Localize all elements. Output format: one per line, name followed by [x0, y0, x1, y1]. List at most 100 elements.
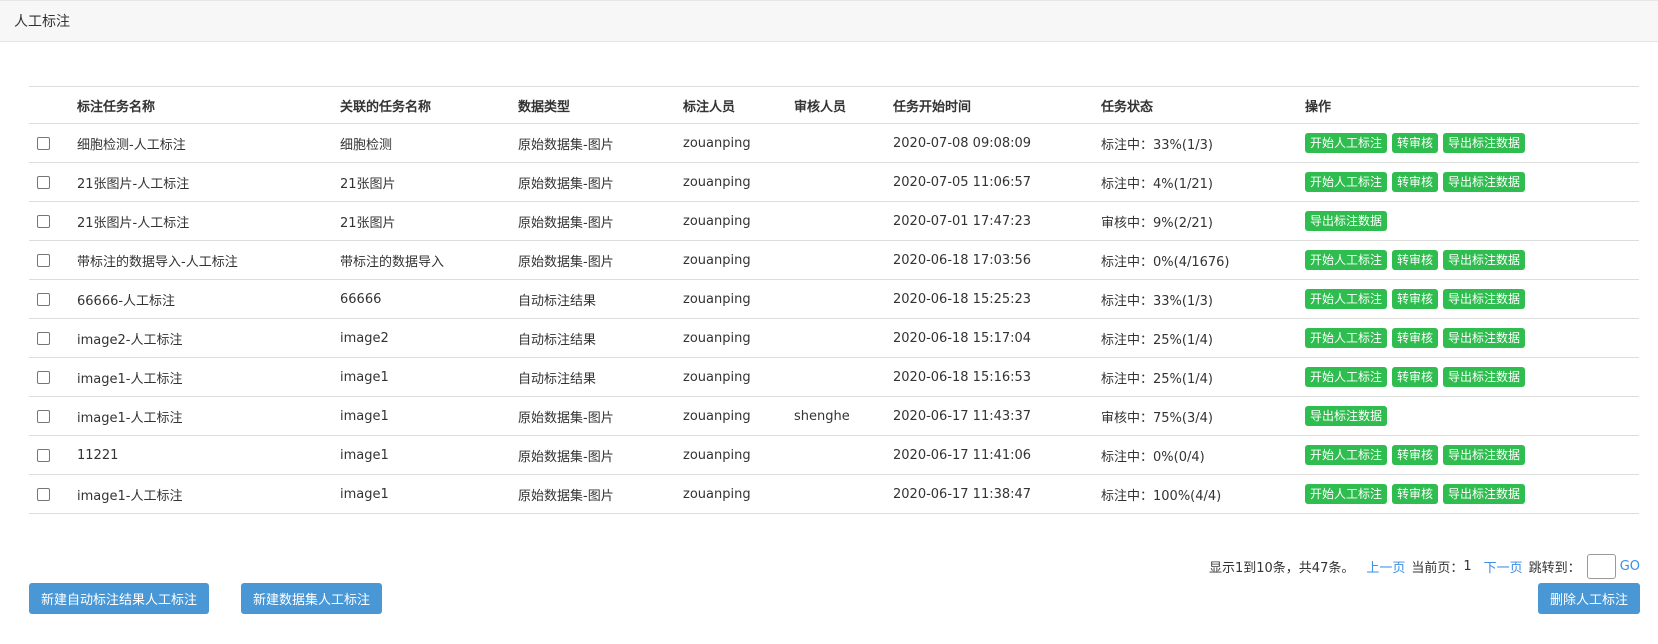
row-checkbox-cell — [29, 162, 77, 202]
related-task-cell: 带标注的数据导入 — [340, 240, 518, 280]
annotator-cell: zouanping — [683, 240, 794, 280]
data-type-cell: 原始数据集-图片 — [518, 162, 683, 202]
related-task-cell: 66666 — [340, 279, 518, 319]
row-checkbox[interactable] — [37, 487, 50, 501]
submit-review-button[interactable]: 转审核 — [1392, 445, 1439, 465]
task-status-cell: 标注中：33%(1/3) — [1101, 279, 1305, 319]
page-title: 人工标注 — [14, 14, 70, 30]
go-button[interactable]: GO — [1620, 559, 1640, 574]
task-name-cell: image1-人工标注 — [77, 474, 340, 514]
task-name-cell: 11221 — [77, 435, 340, 475]
column-header: 任务状态 — [1101, 86, 1305, 124]
submit-review-button[interactable]: 转审核 — [1392, 133, 1439, 153]
row-checkbox-cell — [29, 318, 77, 358]
column-header: 标注人员 — [683, 86, 794, 124]
table-row: image2-人工标注 image2 自动标注结果 zouanping 2020-06-… — [29, 318, 1639, 358]
related-task-cell: image2 — [340, 318, 518, 358]
pagination: 显示1到10条，共47条。 上一页 当前页： 1 下一页 跳转到： GO — [1209, 554, 1640, 579]
export-annotation-button[interactable]: 导出标注数据 — [1443, 250, 1526, 270]
data-type-cell: 自动标注结果 — [518, 357, 683, 397]
row-checkbox[interactable] — [37, 331, 50, 345]
table-body: 细胞检测-人工标注 细胞检测 原始数据集-图片 zouanping 2020-07-08… — [29, 123, 1639, 514]
annotator-cell: zouanping — [683, 435, 794, 475]
row-checkbox[interactable] — [37, 448, 50, 462]
export-annotation-button[interactable]: 导出标注数据 — [1443, 328, 1526, 348]
start-time-cell: 2020-07-05 11:06:57 — [893, 162, 1101, 202]
data-type-cell: 原始数据集-图片 — [518, 435, 683, 475]
annotator-cell: zouanping — [683, 201, 794, 241]
annotator-cell: zouanping — [683, 357, 794, 397]
row-checkbox[interactable] — [37, 136, 50, 150]
column-header: 标注任务名称 — [77, 86, 340, 124]
column-header: 操作 — [1305, 86, 1639, 124]
operations-cell: 开始人工标注 转审核 导出标注数据 — [1305, 357, 1639, 397]
reviewer-cell — [794, 318, 893, 358]
row-checkbox[interactable] — [37, 292, 50, 306]
export-annotation-button[interactable]: 导出标注数据 — [1443, 133, 1526, 153]
task-name-cell: image2-人工标注 — [77, 318, 340, 358]
task-name-cell: 带标注的数据导入-人工标注 — [77, 240, 340, 280]
submit-review-button[interactable]: 转审核 — [1392, 484, 1439, 504]
start-annotation-button[interactable]: 开始人工标注 — [1305, 484, 1388, 504]
export-annotation-button[interactable]: 导出标注数据 — [1443, 367, 1526, 387]
start-time-cell: 2020-06-17 11:38:47 — [893, 474, 1101, 514]
submit-review-button[interactable]: 转审核 — [1392, 250, 1439, 270]
next-page-link[interactable]: 下一页 — [1484, 557, 1523, 576]
export-annotation-button[interactable]: 导出标注数据 — [1443, 445, 1526, 465]
task-status-cell: 标注中：0%(4/1676) — [1101, 240, 1305, 280]
operations-cell: 导出标注数据 — [1305, 201, 1639, 241]
export-annotation-button[interactable]: 导出标注数据 — [1443, 172, 1526, 192]
row-checkbox-cell — [29, 240, 77, 280]
export-annotation-button[interactable]: 导出标注数据 — [1305, 211, 1388, 231]
export-annotation-button[interactable]: 导出标注数据 — [1443, 289, 1526, 309]
export-annotation-button[interactable]: 导出标注数据 — [1443, 484, 1526, 504]
row-checkbox[interactable] — [37, 409, 50, 423]
delete-annotation-button[interactable]: 删除人工标注 — [1537, 583, 1640, 614]
prev-page-link[interactable]: 上一页 — [1366, 557, 1405, 576]
start-annotation-button[interactable]: 开始人工标注 — [1305, 367, 1388, 387]
task-name-cell: image1-人工标注 — [77, 396, 340, 436]
reviewer-cell — [794, 474, 893, 514]
start-time-cell: 2020-06-17 11:41:06 — [893, 435, 1101, 475]
submit-review-button[interactable]: 转审核 — [1392, 367, 1439, 387]
table-row: 带标注的数据导入-人工标注 带标注的数据导入 原始数据集-图片 zouanping 20… — [29, 240, 1639, 280]
reviewer-cell — [794, 240, 893, 280]
row-checkbox[interactable] — [37, 214, 50, 228]
task-table: 标注任务名称 关联的任务名称 数据类型 标注人员 审核人员 任务开始时间 任务状… — [29, 86, 1639, 514]
task-table-container: 标注任务名称 关联的任务名称 数据类型 标注人员 审核人员 任务开始时间 任务状… — [29, 86, 1639, 514]
reviewer-cell — [794, 201, 893, 241]
jump-page-input[interactable] — [1586, 554, 1616, 579]
table-row: image1-人工标注 image1 原始数据集-图片 zouanping 2020-0… — [29, 474, 1639, 514]
submit-review-button[interactable]: 转审核 — [1392, 172, 1439, 192]
new-auto-annotation-button[interactable]: 新建自动标注结果人工标注 — [29, 583, 210, 614]
operations-cell: 开始人工标注 转审核 导出标注数据 — [1305, 318, 1639, 358]
start-annotation-button[interactable]: 开始人工标注 — [1305, 445, 1388, 465]
page-header: 人工标注 — [0, 0, 1658, 42]
task-status-cell: 标注中：100%(4/4) — [1101, 474, 1305, 514]
related-task-cell: 细胞检测 — [340, 123, 518, 163]
column-header: 关联的任务名称 — [340, 86, 518, 124]
row-checkbox-cell — [29, 201, 77, 241]
start-annotation-button[interactable]: 开始人工标注 — [1305, 289, 1388, 309]
annotator-cell: zouanping — [683, 123, 794, 163]
row-checkbox-cell — [29, 123, 77, 163]
submit-review-button[interactable]: 转审核 — [1392, 328, 1439, 348]
operations-cell: 开始人工标注 转审核 导出标注数据 — [1305, 240, 1639, 280]
submit-review-button[interactable]: 转审核 — [1392, 289, 1439, 309]
row-checkbox[interactable] — [37, 253, 50, 267]
row-checkbox[interactable] — [37, 370, 50, 384]
start-annotation-button[interactable]: 开始人工标注 — [1305, 133, 1388, 153]
row-checkbox[interactable] — [37, 175, 50, 189]
start-annotation-button[interactable]: 开始人工标注 — [1305, 172, 1388, 192]
task-name-cell: 细胞检测-人工标注 — [77, 123, 340, 163]
start-annotation-button[interactable]: 开始人工标注 — [1305, 250, 1388, 270]
related-task-cell: 21张图片 — [340, 162, 518, 202]
row-checkbox-cell — [29, 357, 77, 397]
new-dataset-annotation-button[interactable]: 新建数据集人工标注 — [241, 583, 383, 614]
row-checkbox-cell — [29, 396, 77, 436]
start-annotation-button[interactable]: 开始人工标注 — [1305, 328, 1388, 348]
related-task-cell: 21张图片 — [340, 201, 518, 241]
related-task-cell: image1 — [340, 357, 518, 397]
export-annotation-button[interactable]: 导出标注数据 — [1305, 406, 1388, 426]
annotator-cell: zouanping — [683, 279, 794, 319]
